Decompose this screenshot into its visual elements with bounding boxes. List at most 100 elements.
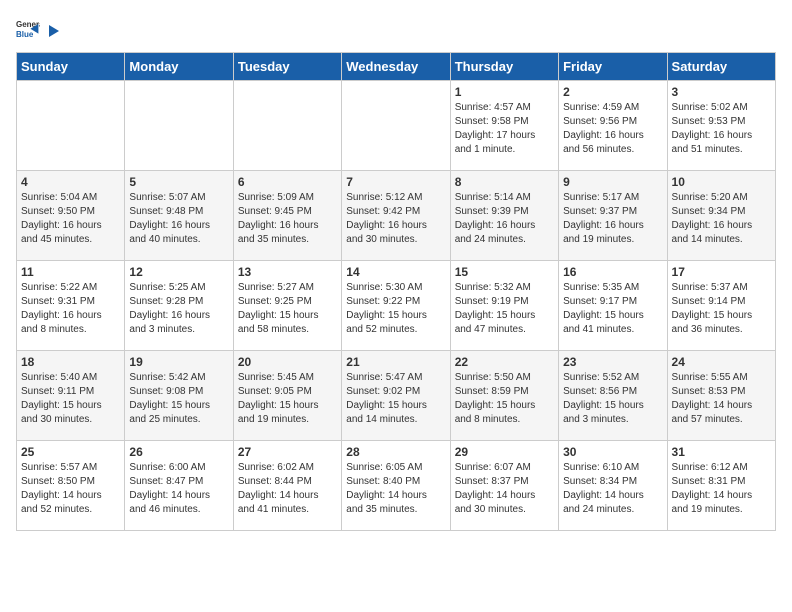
day-info: Sunrise: 5:57 AM Sunset: 8:50 PM Dayligh… (21, 461, 120, 517)
calendar-cell: 7 Sunrise: 5:12 AM Sunset: 9:42 PM Daylig… (342, 171, 450, 261)
weekday-header-friday: Friday (559, 53, 667, 81)
day-info: Sunrise: 5:37 AM Sunset: 9:14 PM Dayligh… (672, 281, 771, 337)
day-info: Sunrise: 4:57 AM Sunset: 9:58 PM Dayligh… (455, 101, 554, 157)
calendar-cell: 22 Sunrise: 5:50 AM Sunset: 8:59 PM Dayli… (450, 351, 558, 441)
day-number: 27 (238, 445, 337, 459)
calendar-cell: 12 Sunrise: 5:25 AM Sunset: 9:28 PM Dayli… (125, 261, 233, 351)
day-info: Sunrise: 5:52 AM Sunset: 8:56 PM Dayligh… (563, 371, 662, 427)
calendar-cell: 27 Sunrise: 6:02 AM Sunset: 8:44 PM Dayli… (233, 441, 341, 531)
calendar-cell: 11 Sunrise: 5:22 AM Sunset: 9:31 PM Dayli… (17, 261, 125, 351)
day-number: 31 (672, 445, 771, 459)
calendar-cell: 18 Sunrise: 5:40 AM Sunset: 9:11 PM Dayli… (17, 351, 125, 441)
weekday-header-monday: Monday (125, 53, 233, 81)
calendar-cell: 13 Sunrise: 5:27 AM Sunset: 9:25 PM Dayli… (233, 261, 341, 351)
calendar-cell (17, 81, 125, 171)
day-info: Sunrise: 5:02 AM Sunset: 9:53 PM Dayligh… (672, 101, 771, 157)
day-info: Sunrise: 5:32 AM Sunset: 9:19 PM Dayligh… (455, 281, 554, 337)
calendar-cell: 6 Sunrise: 5:09 AM Sunset: 9:45 PM Daylig… (233, 171, 341, 261)
calendar-cell: 24 Sunrise: 5:55 AM Sunset: 8:53 PM Dayli… (667, 351, 775, 441)
day-number: 13 (238, 265, 337, 279)
day-info: Sunrise: 5:12 AM Sunset: 9:42 PM Dayligh… (346, 191, 445, 247)
day-number: 5 (129, 175, 228, 189)
weekday-header-saturday: Saturday (667, 53, 775, 81)
week-row-1: 1Sunrise: 4:57 AM Sunset: 9:58 PM Daylig… (17, 81, 776, 171)
day-number: 12 (129, 265, 228, 279)
calendar-cell: 14 Sunrise: 5:30 AM Sunset: 9:22 PM Dayli… (342, 261, 450, 351)
calendar-cell: 21Sunrise: 5:47 AM Sunset: 9:02 PM Dayli… (342, 351, 450, 441)
calendar-cell (233, 81, 341, 171)
calendar-cell (342, 81, 450, 171)
day-info: Sunrise: 6:02 AM Sunset: 8:44 PM Dayligh… (238, 461, 337, 517)
day-number: 4 (21, 175, 120, 189)
day-number: 30 (563, 445, 662, 459)
calendar-cell: 2Sunrise: 4:59 AM Sunset: 9:56 PM Daylig… (559, 81, 667, 171)
week-row-2: 4Sunrise: 5:04 AM Sunset: 9:50 PM Daylig… (17, 171, 776, 261)
day-info: Sunrise: 5:09 AM Sunset: 9:45 PM Dayligh… (238, 191, 337, 247)
day-info: Sunrise: 6:00 AM Sunset: 8:47 PM Dayligh… (129, 461, 228, 517)
week-row-4: 18 Sunrise: 5:40 AM Sunset: 9:11 PM Dayli… (17, 351, 776, 441)
day-info: Sunrise: 5:45 AM Sunset: 9:05 PM Dayligh… (238, 371, 337, 427)
day-info: Sunrise: 5:27 AM Sunset: 9:25 PM Dayligh… (238, 281, 337, 337)
weekday-header-sunday: Sunday (17, 53, 125, 81)
day-info: Sunrise: 6:10 AM Sunset: 8:34 PM Dayligh… (563, 461, 662, 517)
day-number: 22 (455, 355, 554, 369)
calendar-cell: 28Sunrise: 6:05 AM Sunset: 8:40 PM Dayli… (342, 441, 450, 531)
calendar-cell (125, 81, 233, 171)
day-number: 29 (455, 445, 554, 459)
day-info: Sunrise: 5:22 AM Sunset: 9:31 PM Dayligh… (21, 281, 120, 337)
day-number: 7 (346, 175, 445, 189)
calendar-cell: 29Sunrise: 6:07 AM Sunset: 8:37 PM Dayli… (450, 441, 558, 531)
day-number: 19 (129, 355, 228, 369)
day-number: 10 (672, 175, 771, 189)
day-number: 23 (563, 355, 662, 369)
calendar-table: SundayMondayTuesdayWednesdayThursdayFrid… (16, 52, 776, 531)
day-number: 21 (346, 355, 445, 369)
day-info: Sunrise: 5:20 AM Sunset: 9:34 PM Dayligh… (672, 191, 771, 247)
week-row-5: 25 Sunrise: 5:57 AM Sunset: 8:50 PM Dayli… (17, 441, 776, 531)
calendar-cell: 15 Sunrise: 5:32 AM Sunset: 9:19 PM Dayli… (450, 261, 558, 351)
day-info: Sunrise: 5:55 AM Sunset: 8:53 PM Dayligh… (672, 371, 771, 427)
day-info: Sunrise: 5:07 AM Sunset: 9:48 PM Dayligh… (129, 191, 228, 247)
day-info: Sunrise: 4:59 AM Sunset: 9:56 PM Dayligh… (563, 101, 662, 157)
logo-arrow-icon (45, 23, 61, 39)
weekday-header-tuesday: Tuesday (233, 53, 341, 81)
day-number: 6 (238, 175, 337, 189)
day-number: 25 (21, 445, 120, 459)
day-number: 11 (21, 265, 120, 279)
day-info: Sunrise: 5:40 AM Sunset: 9:11 PM Dayligh… (21, 371, 120, 427)
day-number: 16 (563, 265, 662, 279)
day-number: 14 (346, 265, 445, 279)
day-info: Sunrise: 5:14 AM Sunset: 9:39 PM Dayligh… (455, 191, 554, 247)
calendar-cell: 10 Sunrise: 5:20 AM Sunset: 9:34 PM Dayli… (667, 171, 775, 261)
day-number: 26 (129, 445, 228, 459)
day-info: Sunrise: 5:35 AM Sunset: 9:17 PM Dayligh… (563, 281, 662, 337)
weekday-header-row: SundayMondayTuesdayWednesdayThursdayFrid… (17, 53, 776, 81)
calendar-cell: 16 Sunrise: 5:35 AM Sunset: 9:17 PM Dayli… (559, 261, 667, 351)
day-number: 9 (563, 175, 662, 189)
logo-icon: General Blue (16, 16, 40, 40)
calendar-cell: 23 Sunrise: 5:52 AM Sunset: 8:56 PM Dayli… (559, 351, 667, 441)
day-info: Sunrise: 5:25 AM Sunset: 9:28 PM Dayligh… (129, 281, 228, 337)
header: General Blue (16, 16, 776, 40)
day-number: 3 (672, 85, 771, 99)
day-info: Sunrise: 5:17 AM Sunset: 9:37 PM Dayligh… (563, 191, 662, 247)
calendar-cell: 25 Sunrise: 5:57 AM Sunset: 8:50 PM Dayli… (17, 441, 125, 531)
day-number: 24 (672, 355, 771, 369)
day-number: 28 (346, 445, 445, 459)
day-info: Sunrise: 6:12 AM Sunset: 8:31 PM Dayligh… (672, 461, 771, 517)
calendar-cell: 17 Sunrise: 5:37 AM Sunset: 9:14 PM Dayli… (667, 261, 775, 351)
weekday-header-thursday: Thursday (450, 53, 558, 81)
day-info: Sunrise: 5:50 AM Sunset: 8:59 PM Dayligh… (455, 371, 554, 427)
weekday-header-wednesday: Wednesday (342, 53, 450, 81)
day-number: 15 (455, 265, 554, 279)
calendar-cell: 31 Sunrise: 6:12 AM Sunset: 8:31 PM Dayli… (667, 441, 775, 531)
calendar-cell: 9 Sunrise: 5:17 AM Sunset: 9:37 PM Daylig… (559, 171, 667, 261)
day-number: 8 (455, 175, 554, 189)
day-number: 17 (672, 265, 771, 279)
week-row-3: 11 Sunrise: 5:22 AM Sunset: 9:31 PM Dayli… (17, 261, 776, 351)
day-info: Sunrise: 5:42 AM Sunset: 9:08 PM Dayligh… (129, 371, 228, 427)
day-info: Sunrise: 5:30 AM Sunset: 9:22 PM Dayligh… (346, 281, 445, 337)
day-number: 18 (21, 355, 120, 369)
calendar-cell: 3 Sunrise: 5:02 AM Sunset: 9:53 PM Daylig… (667, 81, 775, 171)
calendar-cell: 1Sunrise: 4:57 AM Sunset: 9:58 PM Daylig… (450, 81, 558, 171)
